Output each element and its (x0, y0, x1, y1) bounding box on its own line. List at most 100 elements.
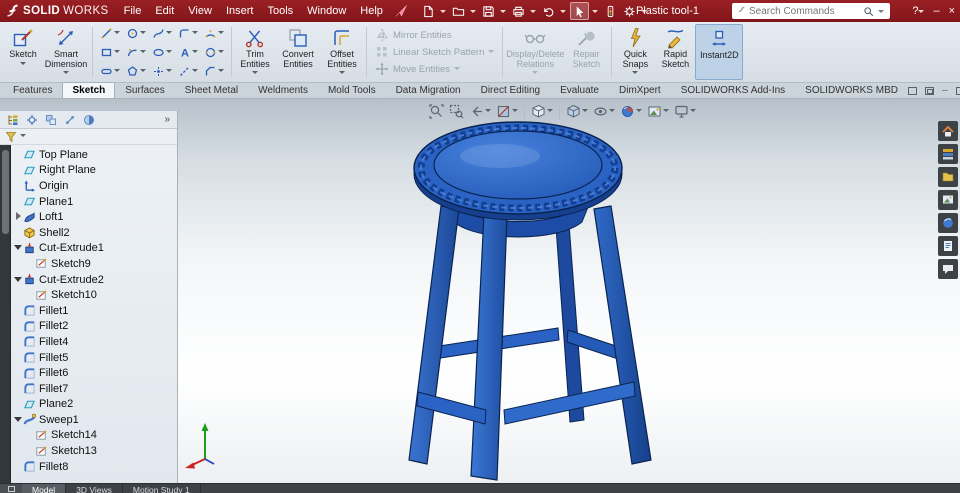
smart-dimension-button[interactable]: Smart Dimension (43, 24, 89, 80)
view-palette-tab[interactable] (938, 190, 958, 210)
tab-evaluate[interactable]: Evaluate (550, 82, 609, 98)
tree-item-fillet6[interactable]: Fillet6 (13, 365, 177, 381)
configurationmanager-tab-icon[interactable] (45, 114, 57, 126)
view-layout-icon[interactable] (0, 484, 22, 493)
mirror-entities-button[interactable]: Mirror Entities (375, 28, 494, 42)
tab-features[interactable]: Features (3, 82, 62, 98)
split-pane-icon[interactable] (924, 87, 934, 95)
doc-restore-icon[interactable] (955, 87, 960, 95)
chevron-down-icon[interactable] (529, 10, 536, 16)
select-cursor-icon[interactable] (569, 2, 589, 20)
tab-surfaces[interactable]: Surfaces (115, 82, 174, 98)
chevron-down-icon[interactable] (140, 49, 146, 56)
filter-funnel-icon[interactable] (5, 131, 17, 143)
displaymanager-tab-icon[interactable] (83, 114, 95, 126)
chevron-down-icon[interactable] (192, 68, 198, 75)
circle-tool[interactable] (124, 24, 148, 42)
tree-item-plane1[interactable]: Plane1 (13, 194, 177, 210)
rapid-sketch-button[interactable]: Rapid Sketch (655, 24, 695, 80)
zoom-to-fit-button[interactable] (428, 103, 445, 120)
tab-data-migration[interactable]: Data Migration (386, 82, 471, 98)
chevron-down-icon[interactable] (559, 10, 566, 16)
menu-file[interactable]: File (117, 0, 149, 22)
expander-icon[interactable] (13, 414, 23, 426)
tab-3d-views[interactable]: 3D Views (66, 484, 123, 493)
dimxpertmanager-tab-icon[interactable] (64, 114, 76, 126)
display-style-button[interactable] (565, 103, 589, 120)
tree-item-fillet1[interactable]: Fillet1 (13, 303, 177, 319)
menu-help[interactable]: Help (353, 0, 390, 22)
design-library-tab[interactable] (938, 144, 958, 164)
tree-item-right-plane[interactable]: Right Plane (13, 163, 177, 179)
sketch-fillet-tool[interactable] (176, 24, 200, 42)
scrollbar-thumb[interactable] (2, 150, 9, 234)
tree-item-origin[interactable]: Origin (13, 178, 177, 194)
chevron-down-icon[interactable] (114, 30, 120, 37)
polygon-tool[interactable] (124, 62, 148, 80)
open-folder-icon[interactable] (450, 2, 467, 20)
tab-direct-editing[interactable]: Direct Editing (471, 82, 550, 98)
tree-item-fillet8[interactable]: Fillet8 (13, 459, 177, 475)
search-commands-box[interactable] (732, 3, 890, 19)
tree-scrollbar[interactable] (0, 145, 11, 483)
chevron-down-icon[interactable] (218, 68, 224, 75)
chevron-down-icon[interactable] (252, 71, 258, 77)
chevron-down-icon[interactable] (166, 49, 172, 56)
chevron-down-icon[interactable] (140, 30, 146, 37)
chevron-down-icon[interactable] (114, 49, 120, 56)
tree-item-loft1[interactable]: Loft1 (13, 209, 177, 225)
expander-icon[interactable] (13, 211, 23, 223)
apply-scene-button[interactable] (646, 103, 670, 120)
custom-properties-tab[interactable] (938, 236, 958, 256)
minimize-button[interactable]: – (933, 0, 939, 22)
search-input[interactable] (749, 5, 860, 17)
chevron-down-icon[interactable] (488, 49, 495, 56)
stool-model[interactable] (358, 104, 688, 483)
chevron-down-icon[interactable] (63, 71, 69, 77)
quick-snaps-button[interactable]: Quick Snaps (615, 24, 655, 80)
centerline-tool[interactable] (176, 62, 200, 80)
appearances-tab[interactable] (938, 213, 958, 233)
expand-tabs-icon[interactable]: » (164, 114, 170, 125)
ellipse-tool[interactable] (150, 43, 174, 61)
line-tool[interactable] (98, 24, 122, 42)
file-explorer-tab[interactable] (938, 167, 958, 187)
chevron-down-icon[interactable] (532, 71, 539, 77)
chevron-down-icon[interactable] (690, 109, 696, 115)
chevron-down-icon[interactable] (218, 49, 224, 56)
section-view-button[interactable] (495, 103, 519, 120)
chevron-down-icon[interactable] (636, 109, 642, 115)
tab-solidworks-add-ins[interactable]: SOLIDWORKS Add-Ins (671, 82, 795, 98)
chevron-down-icon[interactable] (20, 134, 26, 140)
home-tab[interactable] (938, 121, 958, 141)
straight-slot-tool[interactable] (98, 62, 122, 80)
chevron-down-icon[interactable] (439, 10, 446, 16)
hide-show-items-button[interactable] (592, 103, 616, 120)
sketch-chamfer-tool[interactable] (202, 62, 226, 80)
offset-entities-button[interactable]: Offset Entities (321, 24, 363, 80)
tab-sheet-metal[interactable]: Sheet Metal (175, 82, 248, 98)
spline-tool[interactable] (150, 24, 174, 42)
forum-tab[interactable] (938, 259, 958, 279)
menu-view[interactable]: View (181, 0, 219, 22)
repair-sketch-button[interactable]: Repair Sketch (564, 24, 608, 80)
chevron-down-icon[interactable] (192, 30, 198, 37)
tree-item-sketch10[interactable]: Sketch10 (25, 287, 177, 303)
tree-item-shell2[interactable]: Shell2 (13, 225, 177, 241)
tree-item-sketch13[interactable]: Sketch13 (25, 443, 177, 459)
chevron-down-icon[interactable] (166, 68, 172, 75)
tree-item-fillet5[interactable]: Fillet5 (13, 350, 177, 366)
move-entities-button[interactable]: Move Entities (375, 62, 494, 76)
search-icon[interactable] (863, 6, 874, 17)
centerpoint-arc-tool[interactable] (124, 43, 148, 61)
menu-window[interactable]: Window (300, 0, 353, 22)
pane-icon[interactable] (907, 87, 917, 95)
linear-sketch-pattern-button[interactable]: Linear Sketch Pattern (375, 45, 495, 59)
chevron-down-icon[interactable] (140, 68, 146, 75)
tree-item-sketch9[interactable]: Sketch9 (25, 256, 177, 272)
tree-item-fillet4[interactable]: Fillet4 (13, 334, 177, 350)
tree-item-sketch14[interactable]: Sketch14 (25, 428, 177, 444)
chevron-down-icon[interactable] (609, 109, 615, 115)
chevron-down-icon[interactable] (878, 10, 884, 16)
instant2d-button[interactable]: Instant2D (695, 24, 744, 80)
